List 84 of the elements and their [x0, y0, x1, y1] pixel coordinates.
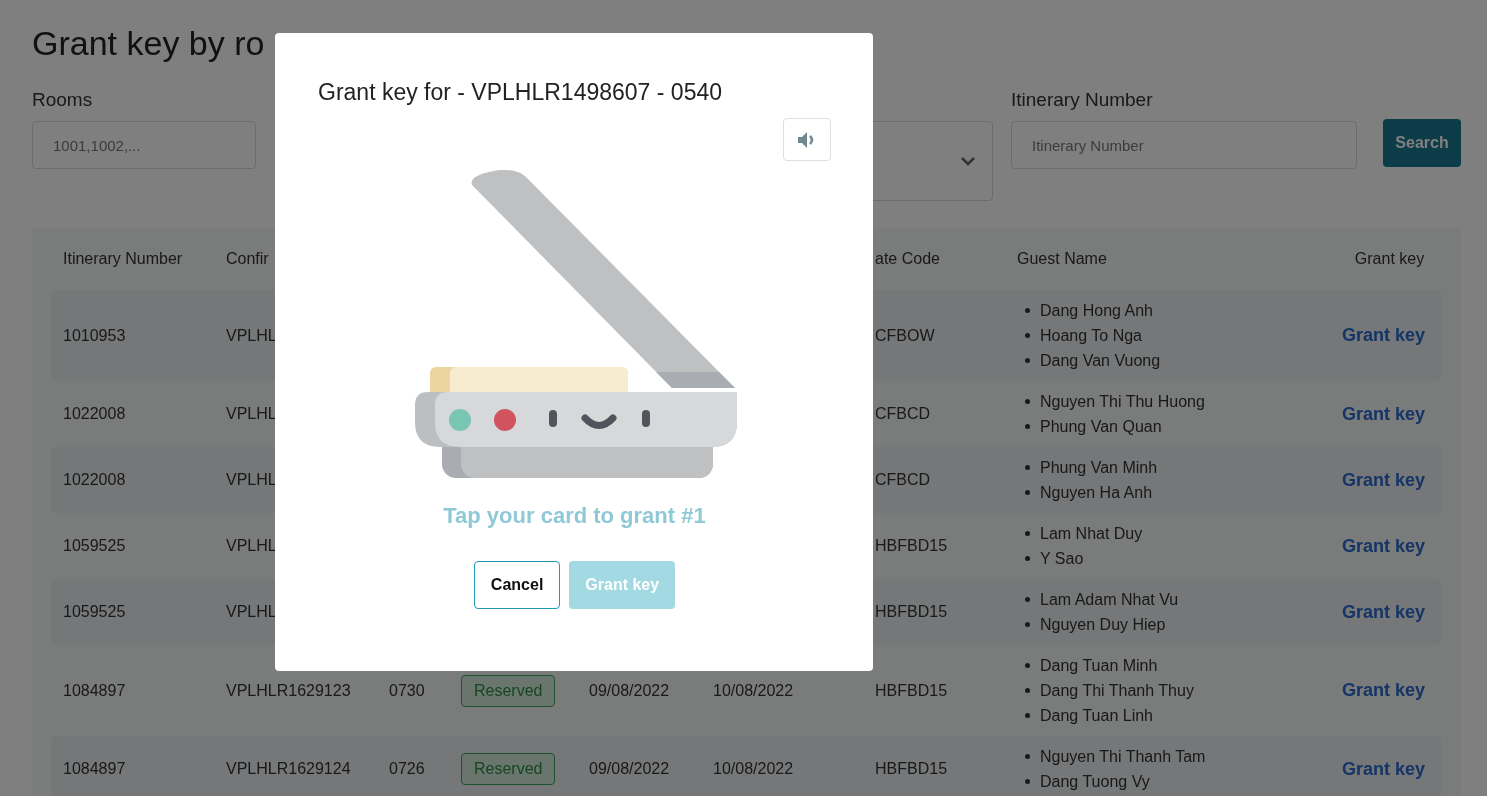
table-cell-text: 1022008 — [62, 471, 127, 489]
guest-name: Phung Van Minh — [1040, 458, 1158, 478]
guest-name: Nguyen Duy Hiep — [1040, 615, 1166, 635]
bullet-icon — [1025, 531, 1030, 536]
rooms-input[interactable]: 1001,1002,... — [32, 121, 256, 169]
table-cell-text: 1059525 — [62, 537, 127, 555]
page-title: Grant key by ro — [32, 24, 266, 63]
table-cell-text: VPLHL — [225, 326, 278, 345]
guest-name: Dang Tuan Linh — [1040, 706, 1153, 726]
table-cell-text: 0726 — [388, 760, 426, 778]
guest-name: Nguyen Thi Thanh Tam — [1040, 747, 1206, 767]
bullet-icon — [1025, 779, 1030, 784]
table-cell-text: 1059525 — [62, 603, 127, 621]
guest-name: Hoang To Nga — [1040, 326, 1142, 346]
sound-button[interactable] — [783, 118, 831, 161]
grant-key-link[interactable]: Grant key — [1341, 325, 1425, 346]
bullet-icon — [1025, 597, 1030, 602]
table-cell-text: VPLHL — [225, 405, 278, 423]
table-cell-text: CFBCD — [874, 405, 932, 423]
table-cell-text: 10/08/2022 — [712, 760, 795, 778]
bullet-icon — [1025, 663, 1030, 668]
bullet-icon — [1025, 465, 1030, 470]
column-header: Itinerary Number — [62, 250, 184, 268]
table-cell-text: 1010953 — [62, 326, 127, 345]
bullet-icon — [1025, 688, 1030, 693]
bullet-icon — [1025, 490, 1030, 495]
table-cell-text: VPLHLR1629124 — [225, 760, 352, 778]
bullet-icon — [1025, 556, 1030, 561]
column-header: Guest Name — [1016, 250, 1108, 268]
itinerary-input[interactable]: Itinerary Number — [1011, 121, 1357, 169]
table-cell-text: HBFBD15 — [874, 537, 949, 555]
bullet-icon — [1025, 333, 1030, 338]
guest-name: Lam Nhat Duy — [1040, 524, 1143, 544]
chevron-down-icon — [960, 156, 976, 166]
guest-name: Dang Hong Anh — [1040, 301, 1153, 321]
table-cell-text: HBFBD15 — [874, 681, 949, 700]
bullet-icon — [1025, 358, 1030, 363]
bullet-icon — [1025, 424, 1030, 429]
grant-key-link[interactable]: Grant key — [1341, 680, 1425, 701]
guest-name: Dang Tuong Vy — [1040, 772, 1150, 792]
bullet-icon — [1025, 754, 1030, 759]
bullet-icon — [1025, 399, 1030, 404]
table-cell-text: CFBOW — [874, 326, 936, 345]
grant-key-link[interactable]: Grant key — [1341, 758, 1425, 780]
bullet-icon — [1025, 622, 1030, 627]
table-cell-text: HBFBD15 — [874, 603, 949, 621]
table-cell-text: VPLHL — [225, 471, 278, 489]
table-cell-text: 0730 — [388, 681, 426, 700]
field-label: Rooms — [32, 89, 94, 111]
column-header: Grant key — [1353, 250, 1426, 268]
table-cell-text: 10/08/2022 — [712, 681, 795, 700]
field-label: Itinerary Number — [1011, 89, 1154, 111]
guest-name: Phung Van Quan — [1040, 417, 1162, 437]
guest-name: Lam Adam Nhat Vu — [1040, 590, 1179, 610]
grant-key-link[interactable]: Grant key — [1341, 469, 1425, 491]
table-cell-text: VPLHL — [225, 537, 278, 555]
guest-name: Dang Thi Thanh Thuy — [1040, 681, 1194, 701]
guest-name: Dang Tuan Minh — [1040, 656, 1158, 676]
search-button[interactable]: Search — [1383, 119, 1461, 167]
status-badge: Reserved — [461, 674, 556, 707]
cancel-button[interactable]: Cancel — [473, 561, 561, 609]
status-message: Tap your card to grant #1 — [443, 503, 706, 529]
status-badge: Reserved — [461, 753, 556, 785]
table-cell-text: 1084897 — [62, 760, 127, 778]
grant-key-link[interactable]: Grant key — [1341, 403, 1425, 425]
guest-name: Y Sao — [1040, 549, 1084, 569]
grant-key-link[interactable]: Grant key — [1341, 601, 1425, 623]
guest-name: Nguyen Thi Thu Huong — [1040, 392, 1205, 412]
bullet-icon — [1025, 713, 1030, 718]
table-cell-text: CFBCD — [874, 471, 932, 489]
dialog-title: Grant key for - VPLHLR1498607 - 0540 — [318, 79, 723, 106]
guest-name: Nguyen Ha Anh — [1040, 483, 1153, 503]
table-cell-text: 09/08/2022 — [588, 760, 671, 778]
table-cell-text: 1022008 — [62, 405, 127, 423]
table-cell-text: VPLHLR1629123 — [225, 681, 352, 700]
column-header: Confir — [225, 250, 270, 268]
grant-key-link[interactable]: Grant key — [1341, 535, 1425, 557]
column-header: ate Code — [874, 250, 941, 268]
table-cell-text: VPLHL — [225, 603, 278, 621]
bullet-icon — [1025, 308, 1030, 313]
table-cell-text: 1084897 — [62, 681, 127, 700]
table-cell-text: HBFBD15 — [874, 760, 949, 778]
guest-name: Dang Van Vuong — [1040, 351, 1161, 371]
table-cell-text: 09/08/2022 — [588, 681, 671, 700]
